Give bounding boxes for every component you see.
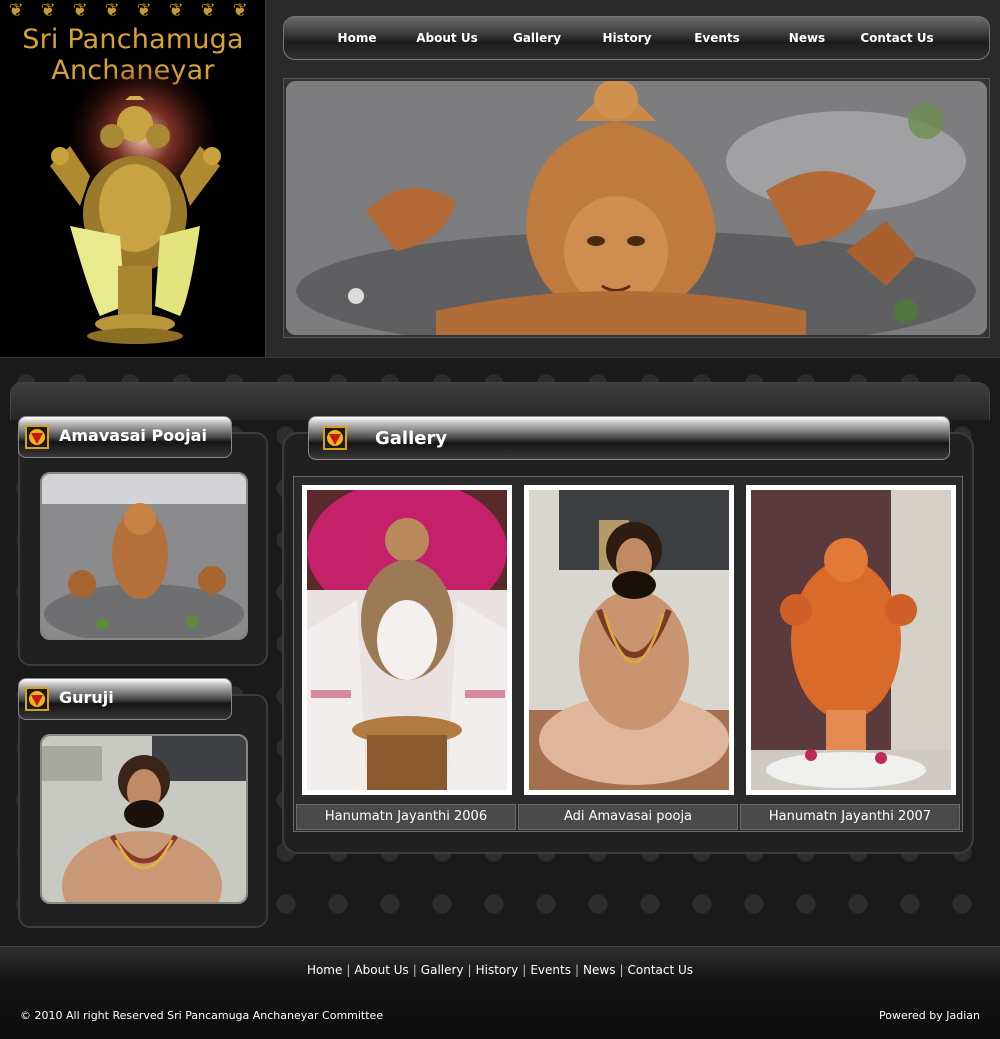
- footer-link-about-us[interactable]: About Us: [354, 963, 408, 977]
- gallery-photo-3-art: [751, 490, 951, 790]
- yantra-emblem-icon: [25, 687, 49, 711]
- site-title-line1: Sri Panchamuga: [22, 24, 244, 55]
- sidebar-box-amavasai: [18, 432, 268, 666]
- logo-panel[interactable]: ❦ ❦ ❦ ❦ ❦ ❦ ❦ ❦ Sri Panchamuga Anchaneya…: [0, 0, 266, 357]
- footer-link-home[interactable]: Home: [307, 963, 342, 977]
- footer: Home | About Us | Gallery | History | Events | New…: [0, 946, 1000, 1039]
- yantra-emblem-icon: [323, 426, 347, 450]
- footer-nav: Home | About Us | Gallery | History | Events | New…: [0, 963, 1000, 977]
- amavasai-idol-art: [42, 474, 246, 638]
- sidebar-box-guruji-header: Guruji: [18, 678, 232, 720]
- main-nav: Home About Us Gallery History Events New…: [283, 16, 990, 60]
- header: ❦ ❦ ❦ ❦ ❦ ❦ ❦ ❦ Sri Panchamuga Anchaneya…: [0, 0, 1000, 358]
- footer-link-news[interactable]: News: [583, 963, 615, 977]
- nav-contact-us[interactable]: Contact Us: [852, 31, 942, 45]
- sidebar-box-guruji: [18, 694, 268, 928]
- ornament-icon: ❦: [104, 0, 120, 21]
- content-top-strip: [10, 382, 990, 420]
- sidebar-box-title[interactable]: Guruji: [59, 688, 114, 707]
- sidebar-box-title[interactable]: Amavasai Poojai: [59, 426, 207, 445]
- ornament-icon: ❦: [72, 0, 88, 21]
- hanuman-idol-image: [50, 96, 221, 344]
- footer-link-history[interactable]: History: [476, 963, 519, 977]
- gallery-item-3[interactable]: [746, 485, 956, 795]
- footer-separator: |: [522, 963, 527, 977]
- gallery-item-2[interactable]: [524, 485, 734, 795]
- ornament-icon: ❦: [200, 0, 216, 21]
- copyright-text: © 2010 All right Reserved Sri Pancamuga …: [20, 1009, 384, 1022]
- ornament-icon: ❦: [136, 0, 152, 21]
- footer-separator: |: [346, 963, 351, 977]
- banner-frame: [283, 78, 990, 338]
- footer-link-gallery[interactable]: Gallery: [421, 963, 464, 977]
- guruji-photo[interactable]: [40, 734, 248, 904]
- ornament-border: ❦ ❦ ❦ ❦ ❦ ❦ ❦ ❦: [0, 0, 265, 24]
- gallery-caption-2[interactable]: Adi Amavasai pooja: [518, 804, 738, 830]
- nav-history[interactable]: History: [582, 31, 672, 45]
- ornament-icon: ❦: [40, 0, 56, 21]
- gallery-item-1[interactable]: [302, 480, 512, 795]
- gallery-caption-3[interactable]: Hanumatn Jayanthi 2007: [740, 804, 960, 830]
- powered-by-text[interactable]: Powered by Jadian: [879, 1009, 980, 1022]
- gallery-header: Gallery: [308, 416, 950, 460]
- nav-news[interactable]: News: [762, 31, 852, 45]
- ornament-icon: ❦: [168, 0, 184, 21]
- nav-events[interactable]: Events: [672, 31, 762, 45]
- amavasai-poojai-photo[interactable]: [40, 472, 248, 640]
- banner-idol-art: [286, 81, 987, 335]
- footer-separator: |: [467, 963, 472, 977]
- content-area: Amavasai Poojai Guruji Gallery Hanumatn …: [0, 358, 1000, 946]
- ornament-icon: ❦: [8, 0, 24, 21]
- sidebar-box-amavasai-header: Amavasai Poojai: [18, 416, 232, 458]
- nav-about-us[interactable]: About Us: [402, 31, 492, 45]
- nav-home[interactable]: Home: [312, 31, 402, 45]
- footer-separator: |: [574, 963, 580, 977]
- ornament-icon: ❦: [232, 0, 248, 21]
- footer-link-events[interactable]: Events: [530, 963, 571, 977]
- gallery-photo-2-art: [529, 490, 729, 790]
- footer-separator: |: [412, 963, 417, 977]
- footer-link-contact-us[interactable]: Contact Us: [628, 963, 694, 977]
- guruji-portrait-art: [42, 736, 246, 902]
- page: ❦ ❦ ❦ ❦ ❦ ❦ ❦ ❦ Sri Panchamuga Anchaneya…: [0, 0, 1000, 1039]
- gallery-title: Gallery: [375, 428, 448, 449]
- gallery-caption-1[interactable]: Hanumatn Jayanthi 2006: [296, 804, 516, 830]
- banner-image: [286, 81, 987, 335]
- yantra-emblem-icon: [25, 425, 49, 449]
- footer-separator: |: [619, 963, 624, 977]
- nav-gallery[interactable]: Gallery: [492, 31, 582, 45]
- gallery-grid: Hanumatn Jayanthi 2006 Adi Amavasai pooj…: [293, 476, 963, 832]
- gallery-photo-1-art: [307, 480, 507, 790]
